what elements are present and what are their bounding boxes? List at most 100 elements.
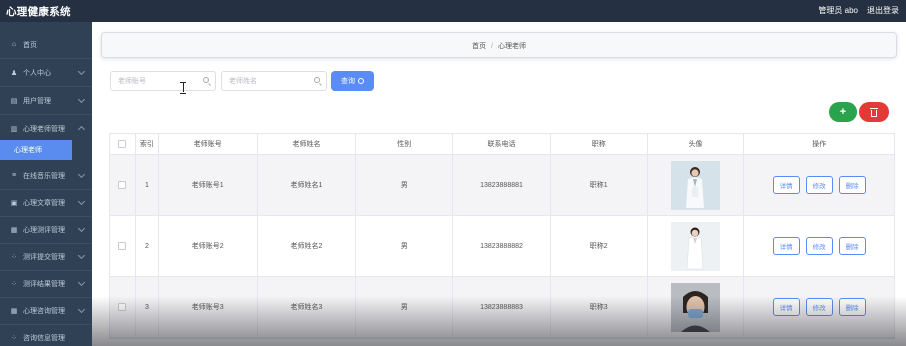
detail-button[interactable]: 详情 [772,176,800,194]
logout-link[interactable]: 退出登录 [867,5,899,16]
avatar [671,160,720,210]
avatar [671,282,720,332]
teacher-photo [671,282,720,332]
breadcrumb-separator: / [491,43,493,50]
phone-cell: 13823888883 [453,277,551,337]
user-icon: ♟ [10,69,18,77]
main-content: 首页 / 心理老师 查询 + 索引 老师账号 老师姓名 性别 联系电话 职称 头像 … [92,22,906,346]
teacher-photo [671,221,720,271]
avatar-cell [648,155,745,215]
sidebar-item-articles[interactable]: ▣ 心理文章管理 [0,189,92,216]
avatar-cell [648,277,745,337]
title-cell: 职称3 [551,277,648,337]
sidebar-item-consult-info[interactable]: ⁘ 咨询信息管理 [0,324,92,346]
delete-button[interactable]: 删除 [838,237,866,255]
sex-cell: 男 [356,155,454,215]
breadcrumb-bar: 首页 / 心理老师 [101,32,897,58]
chevron-down-icon [77,305,86,314]
teacher-account-input[interactable] [111,72,191,90]
name-cell: 老师姓名3 [258,277,357,337]
sidebar-item-assessment[interactable]: ▦ 心理测评管理 [0,216,92,243]
checkbox[interactable] [118,242,127,250]
row-select[interactable] [110,216,136,276]
sidebar-item-teacher[interactable]: 心理老师 [0,140,72,160]
column-header: 头像 [648,134,745,154]
index-cell: 1 [136,155,159,215]
search-button[interactable]: 查询 [331,71,374,91]
sidebar-item-results[interactable]: ⁘ 测评结果管理 [0,270,92,297]
column-header: 老师账号 [159,134,258,154]
header-select-all[interactable] [110,134,136,154]
edit-button[interactable]: 修改 [805,237,833,255]
grid-icon: ▤ [10,97,18,105]
operations-cell: 详情 修改 删除 [744,216,894,276]
sidebar-item-label: 测评结果管理 [23,280,65,288]
apps-icon: ⁘ [11,334,17,342]
sidebar: ⌂ 首页 ♟ 个人中心 ▤ 用户管理 ▥ 心理老师管理 心理老师 ≡ 在线音乐管… [0,22,92,346]
search-button-label: 查询 [341,78,355,85]
phone-cell: 13823888881 [453,155,551,215]
add-button[interactable]: + [829,102,857,122]
breadcrumb-current: 心理老师 [497,43,526,50]
checkbox[interactable] [118,303,127,311]
title-cell: 职称1 [551,155,648,215]
chevron-down-icon [77,278,86,287]
batch-delete-button[interactable] [859,102,889,122]
app-title: 心理健康系统 [6,6,71,18]
detail-button[interactable]: 详情 [772,237,800,255]
name-cell: 老师姓名2 [258,216,357,276]
list-icon: ▦ [10,307,18,315]
breadcrumb-home[interactable]: 首页 [472,43,486,50]
sidebar-item-label: 测评提交管理 [23,253,65,261]
teacher-name-search[interactable] [221,71,327,91]
sidebar-item-label: 个人中心 [23,69,51,77]
top-bar: 心理健康系统 管理员 abo 退出登录 [0,0,906,22]
chevron-up-icon [77,125,86,134]
user-label: 管理员 abo [818,6,858,15]
chevron-down-icon [77,67,86,76]
avatar-cell [648,216,745,276]
teacher-table: 索引 老师账号 老师姓名 性别 联系电话 职称 头像 操作 1 老师账号1 老师… [109,133,895,339]
sidebar-item-label: 首页 [23,41,37,49]
account-cell: 老师账号1 [159,155,258,215]
search-icon [358,78,364,84]
apps-icon: ⁘ [11,253,17,261]
column-header: 性别 [356,134,454,154]
row-select[interactable] [110,155,136,215]
title-cell: 职称2 [551,216,648,276]
teacher-name-input[interactable] [222,72,302,90]
search-icon [314,77,320,83]
index-cell: 2 [136,216,159,276]
sex-cell: 男 [356,216,454,276]
list-icon: ▦ [10,226,18,234]
table-row: 3 老师账号3 老师姓名3 男 13823888883 职称3 详情 修改 删除 [110,277,894,338]
sidebar-item-submissions[interactable]: ⁘ 测评提交管理 [0,243,92,270]
search-icon [203,77,209,83]
sidebar-item-label: 心理文章管理 [23,199,65,207]
sidebar-item-users[interactable]: ▤ 用户管理 [0,87,92,114]
sidebar-item-home[interactable]: ⌂ 首页 [0,31,92,58]
sidebar-item-label: 心理咨询管理 [23,307,65,315]
sidebar-item-label: 用户管理 [23,97,51,105]
delete-button[interactable]: 删除 [838,176,866,194]
edit-button[interactable]: 修改 [805,298,833,316]
breadcrumb: 首页 / 心理老师 [102,41,896,51]
sex-cell: 男 [356,277,454,337]
sidebar-item-label: 在线音乐管理 [23,172,65,180]
account-cell: 老师账号3 [159,277,258,337]
sidebar-item-teacher-mgmt[interactable]: ▥ 心理老师管理 [0,115,92,142]
trash-icon [870,107,878,117]
sidebar-item-label: 咨询信息管理 [23,334,65,342]
home-icon: ⌂ [11,41,17,48]
checkbox[interactable] [118,181,127,189]
sidebar-item-consult[interactable]: ▦ 心理咨询管理 [0,297,92,324]
detail-button[interactable]: 详情 [772,298,800,316]
index-cell: 3 [136,277,159,337]
delete-button[interactable]: 删除 [838,298,866,316]
sidebar-item-music[interactable]: ≡ 在线音乐管理 [0,162,92,189]
edit-button[interactable]: 修改 [805,176,833,194]
teacher-account-search[interactable] [110,71,216,91]
row-select[interactable] [110,277,136,337]
checkbox[interactable] [118,140,127,148]
sidebar-item-profile[interactable]: ♟ 个人中心 [0,59,92,86]
